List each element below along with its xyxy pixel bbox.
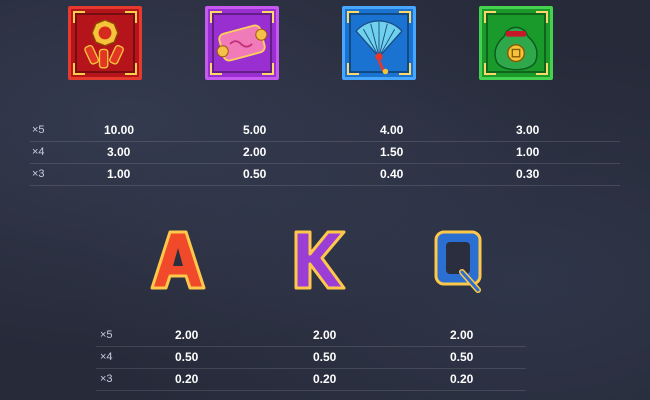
multiplier-label: ×4: [100, 351, 113, 363]
payout-value: 5.00: [243, 123, 267, 137]
scroll-icon: [216, 24, 268, 62]
payout-value: 2.00: [450, 328, 474, 342]
letter-q-icon: [434, 230, 482, 293]
payout-value: 3.00: [107, 145, 131, 159]
firecracker-symbol-tile: [68, 6, 142, 80]
multiplier-label: ×4: [32, 146, 45, 158]
multiplier-label: ×3: [100, 373, 113, 385]
letter-k-icon: [294, 230, 346, 290]
payout-value: 2.00: [243, 145, 267, 159]
multiplier-label: ×3: [32, 168, 45, 180]
row-divider: [96, 390, 526, 391]
payout-value: 0.30: [516, 167, 540, 181]
payout-value: 0.50: [313, 350, 337, 364]
payout-value: 2.00: [175, 328, 199, 342]
fan-symbol-tile: [342, 6, 416, 80]
payout-value: 0.50: [450, 350, 474, 364]
payout-value: 0.20: [313, 372, 337, 386]
payout-value: 3.00: [516, 123, 540, 137]
payout-value: 0.20: [450, 372, 474, 386]
row-divider: [96, 368, 526, 369]
money-bag-icon: [494, 26, 538, 71]
payout-value: 0.50: [175, 350, 199, 364]
firecracker-icon: [84, 19, 124, 69]
payout-value: 0.20: [175, 372, 199, 386]
payout-value: 0.40: [380, 167, 404, 181]
payout-value: 4.00: [380, 123, 404, 137]
row-divider: [96, 346, 526, 347]
fan-icon: [355, 20, 403, 75]
payout-value: 1.00: [516, 145, 540, 159]
row-divider: [30, 185, 620, 186]
row-divider: [30, 163, 620, 164]
payout-value: 10.00: [104, 123, 135, 137]
letter-a-icon: [150, 230, 206, 290]
money-bag-symbol-tile: [479, 6, 553, 80]
payout-value: 1.00: [107, 167, 131, 181]
multiplier-label: ×5: [100, 329, 113, 341]
payout-value: 0.50: [243, 167, 267, 181]
payout-value: 2.00: [313, 328, 337, 342]
row-divider: [30, 141, 620, 142]
multiplier-label: ×5: [32, 124, 45, 136]
scroll-symbol-tile: [205, 6, 279, 80]
payout-value: 1.50: [380, 145, 404, 159]
